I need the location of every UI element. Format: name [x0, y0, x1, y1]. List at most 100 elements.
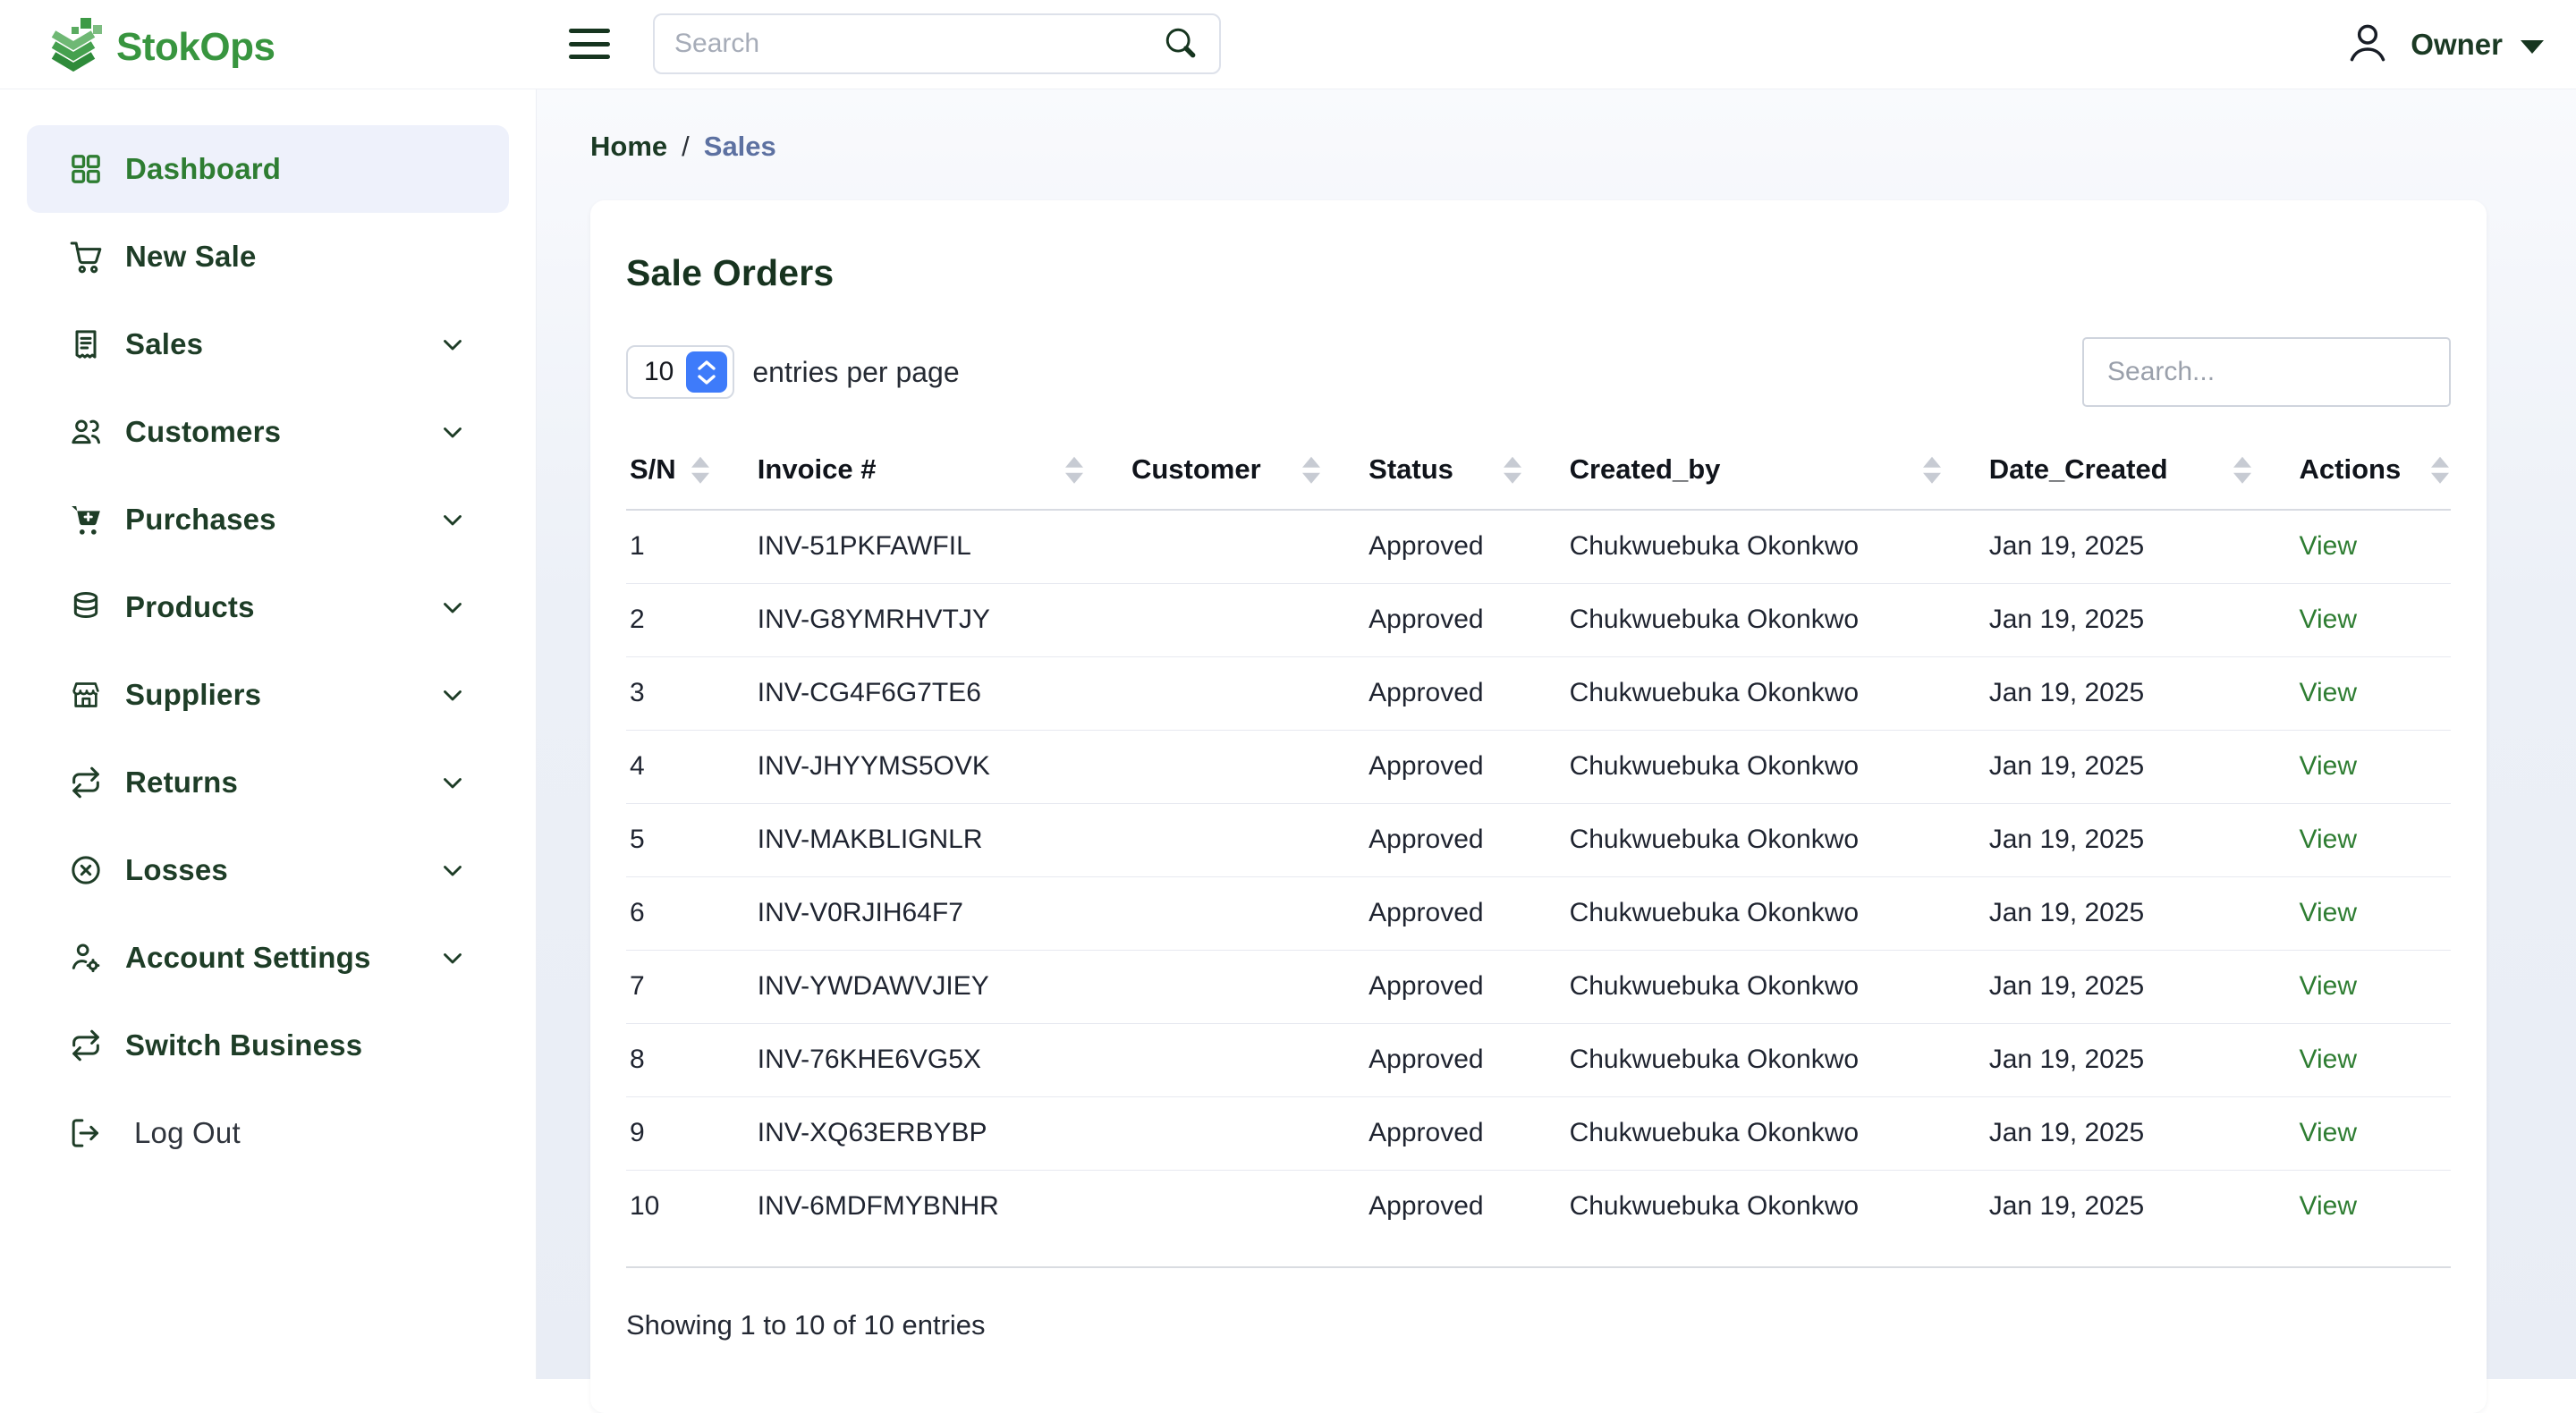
cell-status: Approved [1365, 803, 1565, 876]
sidebar-item-dashboard[interactable]: Dashboard [27, 125, 509, 213]
column-header-invoice[interactable]: Invoice # [754, 434, 1128, 510]
cell-actions: View [2296, 510, 2451, 583]
view-link[interactable]: View [2300, 971, 2357, 1001]
view-link[interactable]: View [2300, 605, 2357, 634]
cell-created_by: Chukwuebuka Okonkwo [1566, 1170, 1986, 1243]
chevron-down-icon [437, 680, 468, 710]
user-menu[interactable]: Owner [2343, 0, 2544, 89]
stepper-icon [686, 351, 727, 393]
sidebar-item-account-settings[interactable]: Account Settings [27, 914, 509, 1002]
cell-sn: 6 [626, 876, 754, 950]
sale-orders-card: Sale Orders 10 entries per page S/NInvoi [590, 200, 2487, 1413]
sidebar-item-suppliers[interactable]: Suppliers [27, 651, 509, 739]
sidebar-item-products[interactable]: Products [27, 563, 509, 651]
column-header-label: Actions [2300, 453, 2402, 485]
cell-date_created: Jan 19, 2025 [1986, 1096, 2296, 1170]
cell-created_by: Chukwuebuka Okonkwo [1566, 656, 1986, 730]
customers-icon [68, 414, 104, 450]
sort-icons [1923, 457, 1941, 484]
cell-sn: 4 [626, 730, 754, 803]
sidebar-item-label: Customers [125, 415, 281, 449]
x-circle-icon [68, 852, 104, 888]
view-link[interactable]: View [2300, 825, 2357, 854]
sidebar-item-purchases[interactable]: Purchases [27, 476, 509, 563]
cell-created_by: Chukwuebuka Okonkwo [1566, 1096, 1986, 1170]
column-header-status[interactable]: Status [1365, 434, 1565, 510]
cell-status: Approved [1365, 1096, 1565, 1170]
table-row: 7INV-YWDAWVJIEYApprovedChukwuebuka Okonk… [626, 950, 2451, 1023]
database-icon [68, 589, 104, 625]
cell-customer [1128, 950, 1365, 1023]
cell-date_created: Jan 19, 2025 [1986, 583, 2296, 656]
column-header-date-created[interactable]: Date_Created [1986, 434, 2296, 510]
column-header-customer[interactable]: Customer [1128, 434, 1365, 510]
view-link[interactable]: View [2300, 1191, 2357, 1221]
cell-actions: View [2296, 1170, 2451, 1243]
sidebar-item-label: Losses [125, 853, 228, 887]
view-link[interactable]: View [2300, 1045, 2357, 1074]
user-gear-icon [68, 940, 104, 976]
chevron-down-icon [437, 767, 468, 798]
cell-invoice: INV-76KHE6VG5X [754, 1023, 1128, 1096]
entries-per-page-value: 10 [644, 357, 674, 387]
cell-sn: 5 [626, 803, 754, 876]
cell-status: Approved [1365, 1023, 1565, 1096]
cell-created_by: Chukwuebuka Okonkwo [1566, 583, 1986, 656]
user-role-label: Owner [2411, 28, 2503, 62]
chevron-down-icon [437, 504, 468, 535]
global-search-input[interactable] [674, 29, 1160, 59]
global-search [653, 13, 1221, 74]
table-row: 2INV-G8YMRHVTJYApprovedChukwuebuka Okonk… [626, 583, 2451, 656]
breadcrumb: Home / Sales [590, 131, 2487, 163]
cell-sn: 7 [626, 950, 754, 1023]
column-header-created-by[interactable]: Created_by [1566, 434, 1986, 510]
search-icon[interactable] [1160, 22, 1199, 66]
cell-actions: View [2296, 656, 2451, 730]
chevron-down-icon [437, 417, 468, 447]
table-search-input[interactable] [2082, 337, 2451, 407]
chevron-down-icon [437, 329, 468, 360]
column-header-s-n[interactable]: S/N [626, 434, 754, 510]
app-logo[interactable]: StokOps [47, 13, 275, 81]
entries-per-page-select[interactable]: 10 [626, 345, 734, 399]
menu-toggle-icon[interactable] [569, 25, 610, 63]
table-row: 9INV-XQ63ERBYBP ApprovedChukwuebuka Okonk… [626, 1096, 2451, 1170]
cell-invoice: INV-G8YMRHVTJY [754, 583, 1128, 656]
column-header-label: Invoice # [758, 453, 877, 485]
sidebar-item-label: New Sale [125, 240, 257, 274]
cell-customer [1128, 730, 1365, 803]
column-header-label: Created_by [1570, 453, 1721, 485]
cell-sn: 1 [626, 510, 754, 583]
sidebar-item-customers[interactable]: Customers [27, 388, 509, 476]
cell-created_by: Chukwuebuka Okonkwo [1566, 876, 1986, 950]
sidebar-item-sales[interactable]: Sales [27, 300, 509, 388]
sidebar-item-switch-business[interactable]: Switch Business [27, 1002, 509, 1089]
cell-date_created: Jan 19, 2025 [1986, 876, 2296, 950]
cell-date_created: Jan 19, 2025 [1986, 656, 2296, 730]
column-header-actions[interactable]: Actions [2296, 434, 2451, 510]
breadcrumb-home-link[interactable]: Home [590, 131, 667, 163]
sidebar-item-label: Suppliers [125, 678, 261, 712]
column-header-label: S/N [630, 453, 676, 485]
cell-status: Approved [1365, 1170, 1565, 1243]
table-row: 4INV-JHYYMS5OVKApprovedChukwuebuka Okonk… [626, 730, 2451, 803]
sidebar-item-log-out[interactable]: Log Out [27, 1089, 509, 1177]
sort-icons [691, 457, 709, 484]
view-link[interactable]: View [2300, 1118, 2357, 1147]
view-link[interactable]: View [2300, 678, 2357, 707]
view-link[interactable]: View [2300, 751, 2357, 781]
breadcrumb-current: Sales [704, 131, 776, 163]
repeat-icon [68, 765, 104, 800]
sidebar-item-new-sale[interactable]: New Sale [27, 213, 509, 300]
cell-invoice: INV-XQ63ERBYBP [754, 1096, 1128, 1170]
view-link[interactable]: View [2300, 898, 2357, 927]
cell-sn: 9 [626, 1096, 754, 1170]
table-footer-status: Showing 1 to 10 of 10 entries [626, 1309, 2451, 1341]
view-link[interactable]: View [2300, 531, 2357, 561]
sort-icons [1504, 457, 1521, 484]
sidebar-item-losses[interactable]: Losses [27, 826, 509, 914]
cell-status: Approved [1365, 583, 1565, 656]
cell-invoice: INV-CG4F6G7TE6 [754, 656, 1128, 730]
column-header-label: Status [1368, 453, 1453, 485]
sidebar-item-returns[interactable]: Returns [27, 739, 509, 826]
